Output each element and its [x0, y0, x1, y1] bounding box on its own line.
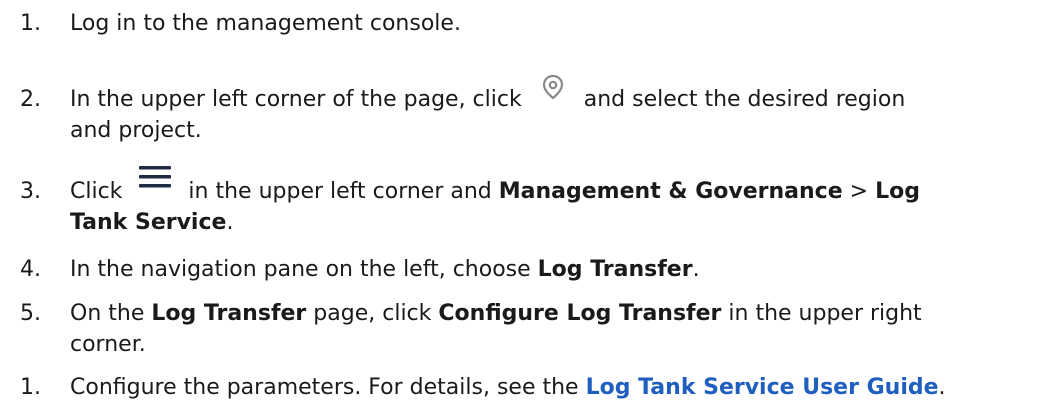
step-text: Log in to the management console.	[70, 8, 1045, 39]
step-6-end: .	[938, 375, 946, 400]
step-text: Configure the parameters. For details, s…	[70, 372, 1045, 403]
step-3-separator: >	[849, 179, 869, 204]
step-2-text-after: and select the desired region	[583, 87, 906, 112]
step-number: 5.	[20, 301, 41, 326]
step-number: 3.	[20, 179, 41, 204]
step-3-text-before: Click	[70, 179, 123, 204]
step-number: 4.	[20, 257, 41, 282]
step-4-bold-log-transfer: Log Transfer	[537, 257, 693, 282]
step-5-text-line2: corner.	[70, 332, 146, 357]
step-4-text-before: In the navigation pane on the left, choo…	[70, 257, 531, 282]
step-number: 2.	[20, 87, 41, 112]
step-3-bold-management: Management & Governance	[498, 179, 843, 204]
step-3-bold-log: Log	[875, 179, 920, 204]
step-text: In the navigation pane on the left, choo…	[70, 254, 1045, 285]
step-3-bold-tank-service: Tank Service	[70, 210, 227, 235]
location-pin-icon	[542, 74, 563, 100]
step-2-text-before: In the upper left corner of the page, cl…	[70, 87, 522, 112]
step-5-bold-log-transfer: Log Transfer	[151, 301, 307, 326]
step-text: On the Log Transfer page, click Configur…	[70, 298, 1045, 360]
step-1-text: Log in to the management console.	[70, 11, 461, 36]
step-5-text-mid: page, click	[313, 301, 432, 326]
step-5-text-before: On the	[70, 301, 145, 326]
menu-icon	[139, 166, 172, 188]
user-guide-link[interactable]: Log Tank Service User Guide	[586, 375, 939, 400]
step-2-text-line2: and project.	[70, 118, 202, 143]
step-6-text-before: Configure the parameters. For details, s…	[70, 375, 579, 400]
step-number: 1.	[20, 11, 41, 36]
step-5-bold-configure: Configure Log Transfer	[438, 301, 722, 326]
step-text: In the upper left corner of the page, cl…	[70, 74, 1045, 146]
step-number: 1.	[20, 375, 41, 400]
step-4-end: .	[692, 257, 700, 282]
step-5-text-after: in the upper right	[728, 301, 922, 326]
step-text: Click in the upper left corner and Manag…	[70, 166, 1045, 238]
step-3-end: .	[226, 210, 234, 235]
step-3-text-mid: in the upper left corner and	[188, 179, 492, 204]
